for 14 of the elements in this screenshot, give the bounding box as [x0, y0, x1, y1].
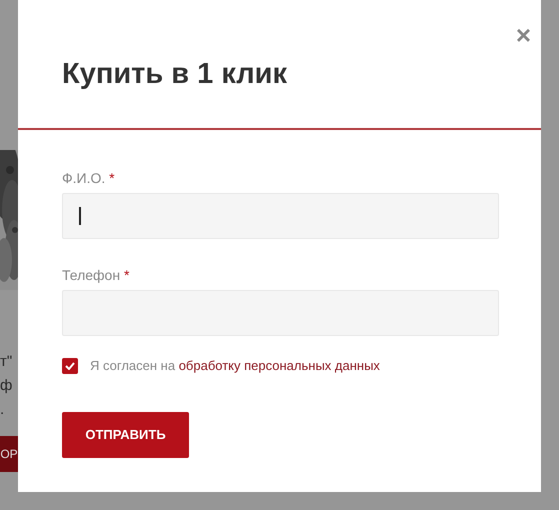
consent-text: Я согласен на обработку персональных данных: [90, 357, 380, 375]
close-button[interactable]: ×: [514, 22, 533, 48]
check-icon: [65, 362, 75, 370]
order-button[interactable]: ОР: [0, 436, 18, 472]
submit-button[interactable]: ОТПРАВИТЬ: [62, 412, 189, 458]
consent-checkbox[interactable]: [62, 358, 78, 374]
page-text: .: [0, 400, 4, 420]
consent-link[interactable]: обработку персональных данных: [178, 358, 380, 373]
field-label: Ф.И.О. *: [62, 169, 116, 188]
page-text: ф: [0, 376, 12, 396]
modal-title: Купить в 1 клик: [62, 57, 288, 92]
page-text: т": [0, 352, 12, 372]
field-label: Телефон *: [62, 266, 130, 285]
input-field[interactable]: [62, 193, 499, 239]
